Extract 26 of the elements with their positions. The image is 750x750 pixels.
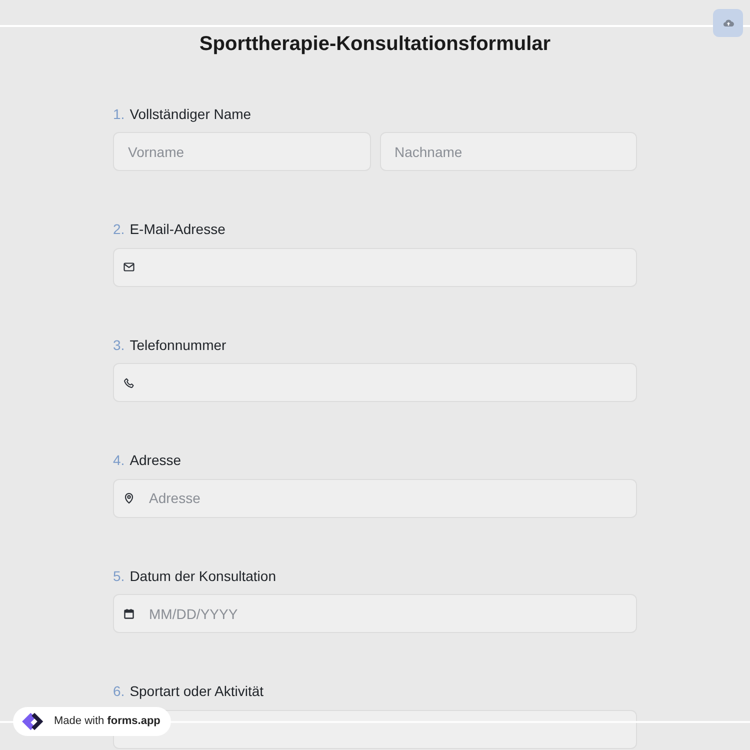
question-label: Datum der Konsultation — [130, 566, 276, 586]
mail-icon — [123, 261, 135, 273]
question-label: E-Mail-Adresse — [130, 220, 226, 239]
name-field[interactable]: Vorname — [113, 132, 370, 171]
form-title: Sporttherapie-Konsultationsformular — [199, 32, 551, 57]
phone-field[interactable] — [113, 363, 637, 402]
question-label: Adresse — [130, 451, 182, 470]
phone-icon — [123, 376, 135, 388]
question-number: 2. — [113, 220, 125, 239]
question-number: 4. — [113, 451, 125, 470]
question-number: 3. — [113, 336, 125, 354]
cloud-upload-icon — [722, 19, 734, 27]
calendar-icon — [123, 608, 135, 620]
question-label: Vollständiger Name — [130, 104, 252, 124]
question-number: 5. — [113, 566, 125, 586]
question-label: Sportart oder Aktivität — [130, 682, 264, 701]
date-field[interactable]: MM/DD/YYYY — [113, 594, 637, 633]
email-field[interactable] — [113, 248, 637, 286]
question-label: Telefonnummer — [130, 336, 226, 354]
question-number: 1. — [113, 104, 125, 124]
address-field[interactable]: Adresse — [113, 478, 637, 518]
question-number: 6. — [113, 682, 125, 701]
name-field[interactable]: Nachname — [380, 132, 637, 171]
map-pin-icon — [123, 492, 135, 504]
made-with-badge[interactable]: Made with forms.app — [13, 707, 172, 736]
upload-button[interactable] — [713, 9, 743, 37]
